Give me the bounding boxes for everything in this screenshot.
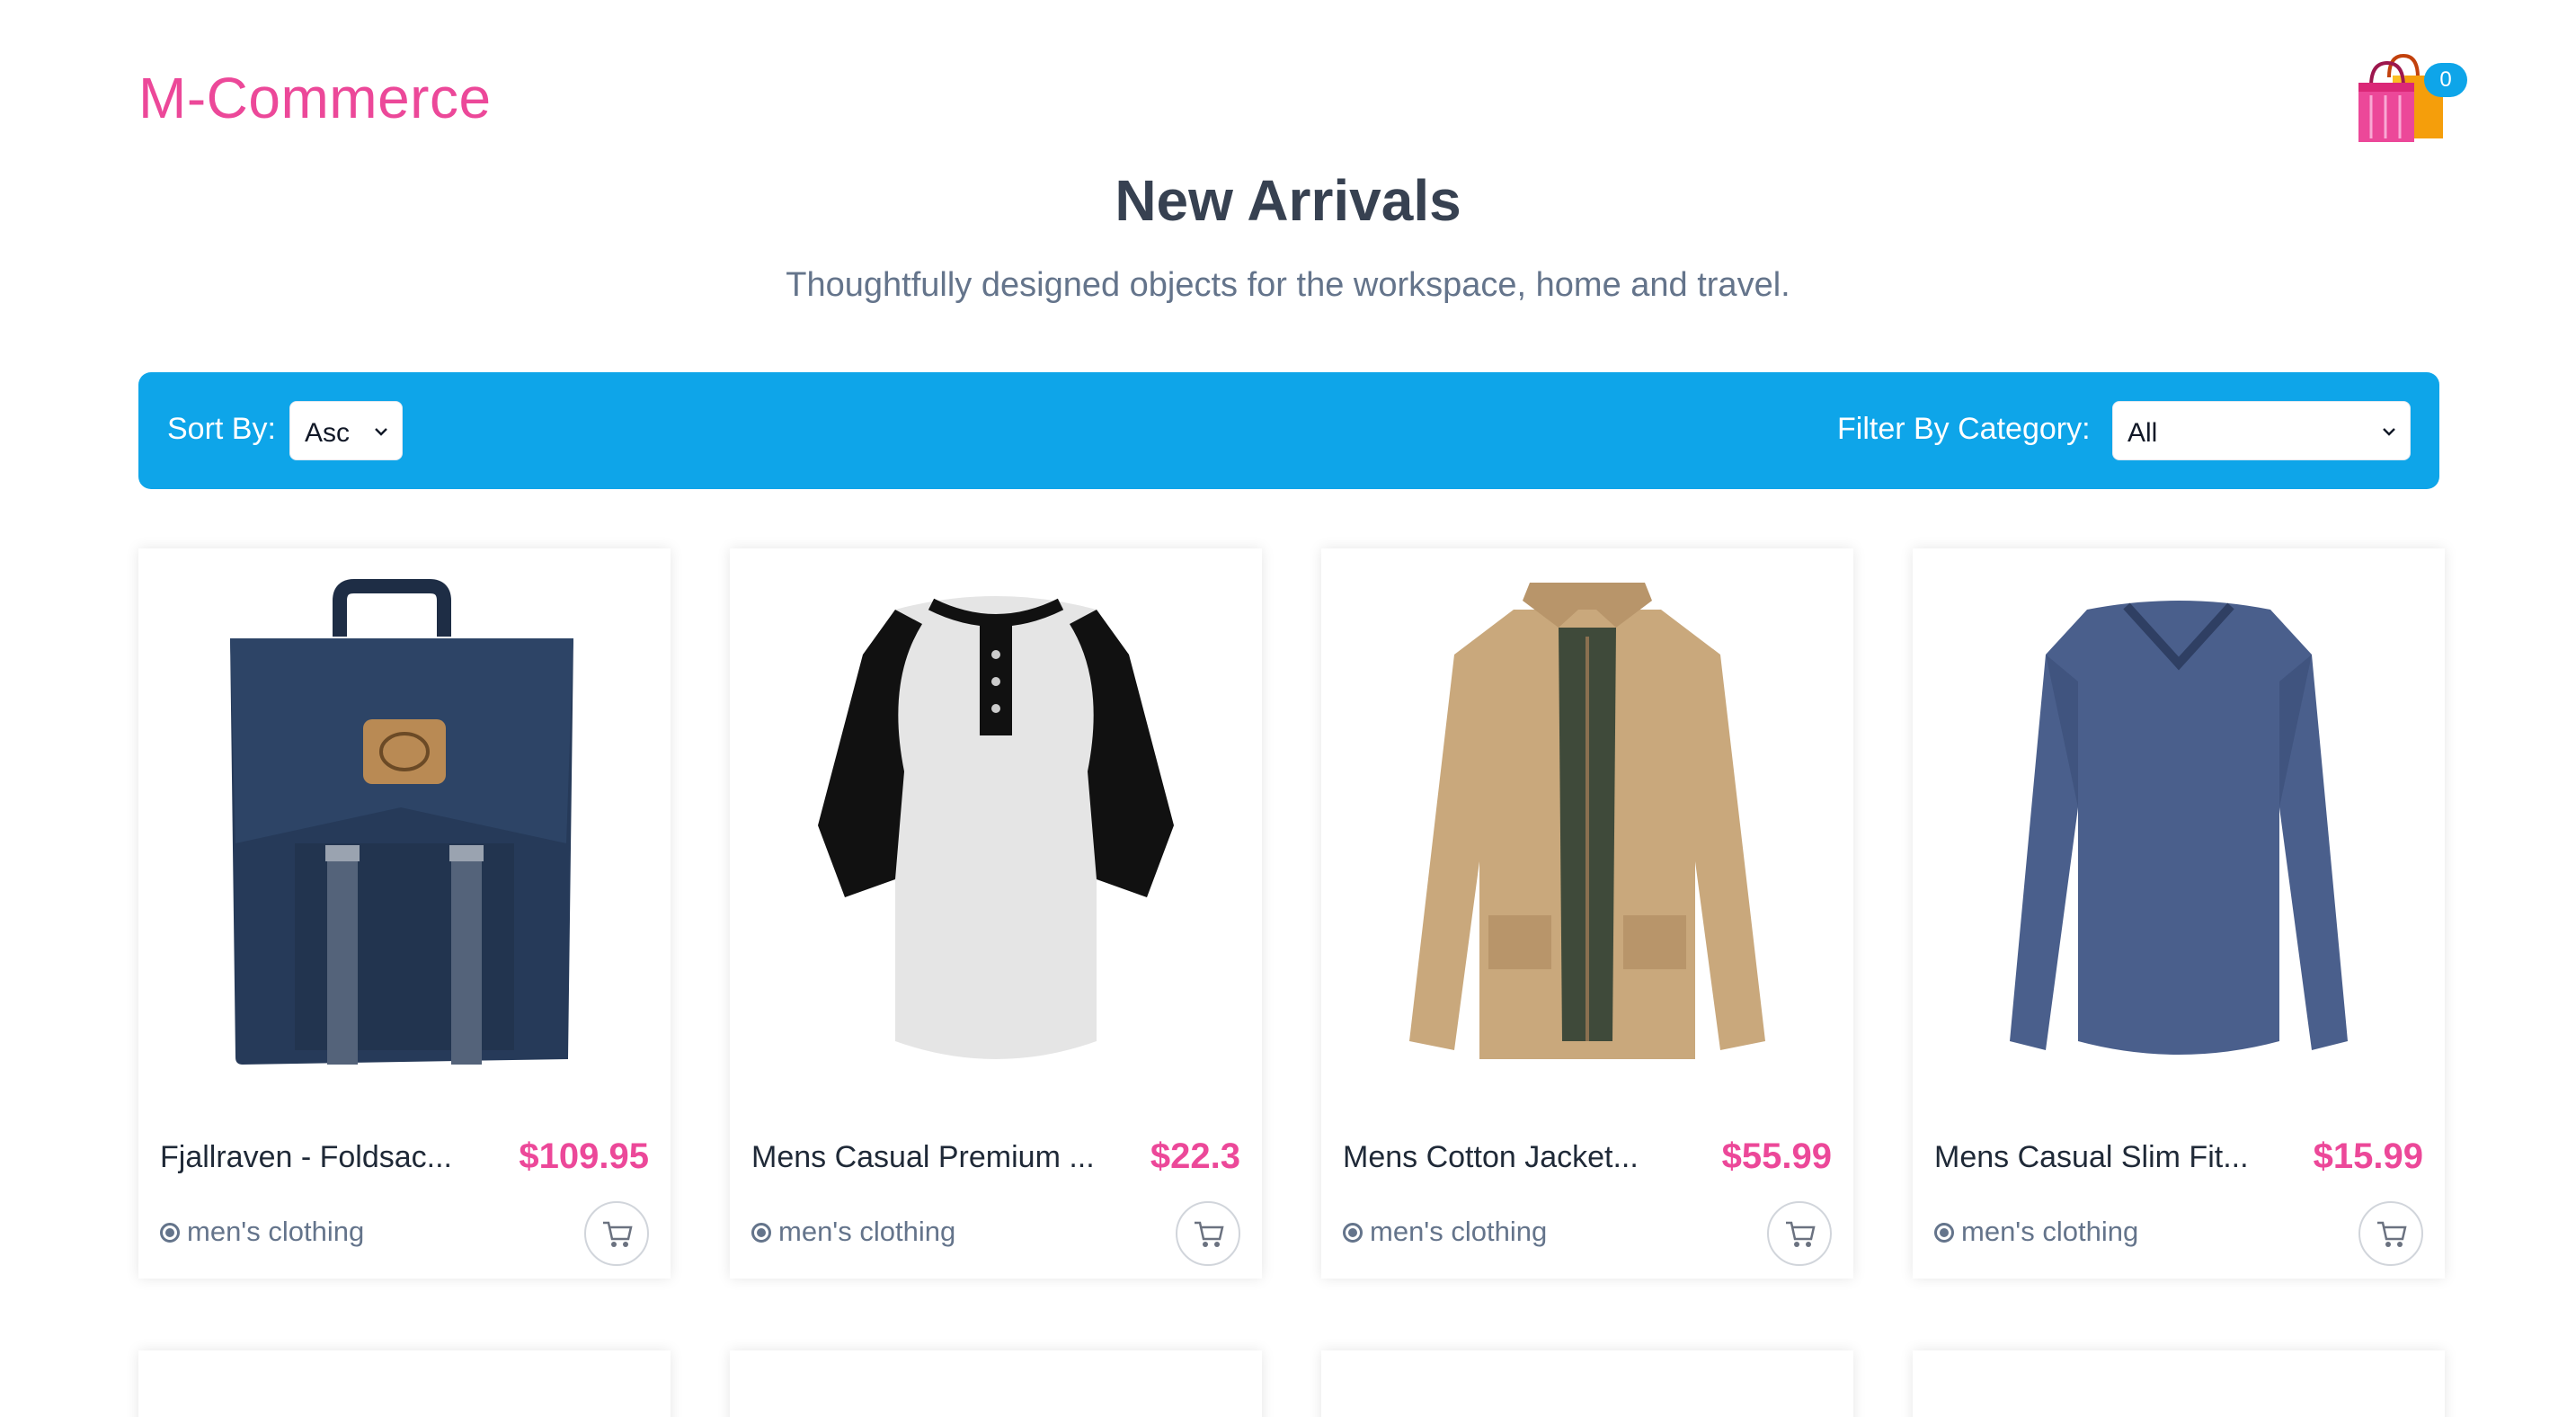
cart-icon (2377, 1221, 2407, 1247)
brand-logo[interactable]: M-Commerce (138, 65, 492, 131)
product-image-longsleeve-tshirt (2010, 601, 2348, 1055)
product-title[interactable]: Mens Cotton Jacket... (1343, 1140, 1639, 1175)
product-price: $55.99 (1721, 1136, 1832, 1176)
category-icon (160, 1223, 180, 1243)
product-image-backpack (230, 579, 573, 1065)
product-card[interactable]: Mens Casual Premium ... $22.3 men's clot… (730, 548, 1262, 1279)
product-card[interactable]: Fjallraven - Foldsac... $109.95 men's cl… (138, 548, 671, 1279)
product-price: $109.95 (519, 1136, 649, 1176)
product-category: men's clothing (1343, 1216, 1547, 1248)
product-category: men's clothing (160, 1216, 364, 1248)
product-image-cotton-jacket (1409, 583, 1765, 1059)
cart-icon (603, 1221, 633, 1247)
cart-icon (1195, 1221, 1224, 1247)
page-title: New Arrivals (1115, 168, 1461, 233)
product-title[interactable]: Mens Casual Slim Fit... (1934, 1140, 2249, 1175)
page-subtitle: Thoughtfully designed objects for the wo… (786, 266, 1790, 304)
product-title[interactable]: Fjallraven - Foldsac... (160, 1140, 452, 1175)
product-card[interactable] (138, 1350, 671, 1417)
add-to-cart-button[interactable] (1176, 1201, 1240, 1266)
cart-icon (1786, 1221, 1816, 1247)
product-category: men's clothing (1934, 1216, 2138, 1248)
cart-count-badge: 0 (2424, 63, 2467, 97)
product-card[interactable]: Mens Casual Slim Fit... $15.99 men's clo… (1913, 548, 2445, 1279)
product-image-raglan-tshirt (818, 596, 1174, 1059)
add-to-cart-button[interactable] (584, 1201, 649, 1266)
sort-label: Sort By: (167, 412, 276, 446)
sort-select[interactable]: Asc (289, 401, 403, 460)
product-card[interactable]: Mens Cotton Jacket... $55.99 men's cloth… (1321, 548, 1853, 1279)
product-card[interactable] (1321, 1350, 1853, 1417)
add-to-cart-button[interactable] (2358, 1201, 2423, 1266)
chevron-down-icon (2383, 428, 2395, 436)
product-category-label: men's clothing (778, 1216, 956, 1247)
category-icon (1343, 1223, 1363, 1243)
product-category-label: men's clothing (1370, 1216, 1548, 1247)
product-card[interactable] (730, 1350, 1262, 1417)
sort-select-value: Asc (305, 418, 351, 448)
product-category-label: men's clothing (1961, 1216, 2139, 1247)
product-price: $15.99 (2313, 1136, 2423, 1176)
product-price: $22.3 (1150, 1136, 1240, 1176)
add-to-cart-button[interactable] (1767, 1201, 1832, 1266)
category-select-value: All (2127, 418, 2158, 448)
category-icon (751, 1223, 771, 1243)
chevron-down-icon (375, 428, 387, 436)
product-card[interactable] (1913, 1350, 2445, 1417)
category-icon (1934, 1223, 1954, 1243)
category-filter-label: Filter By Category: (1837, 412, 2091, 446)
filter-toolbar: Sort By: Asc Filter By Category: All (138, 372, 2439, 489)
product-title[interactable]: Mens Casual Premium ... (751, 1140, 1095, 1175)
product-category-label: men's clothing (187, 1216, 365, 1247)
category-select[interactable]: All (2112, 401, 2411, 460)
product-category: men's clothing (751, 1216, 955, 1248)
